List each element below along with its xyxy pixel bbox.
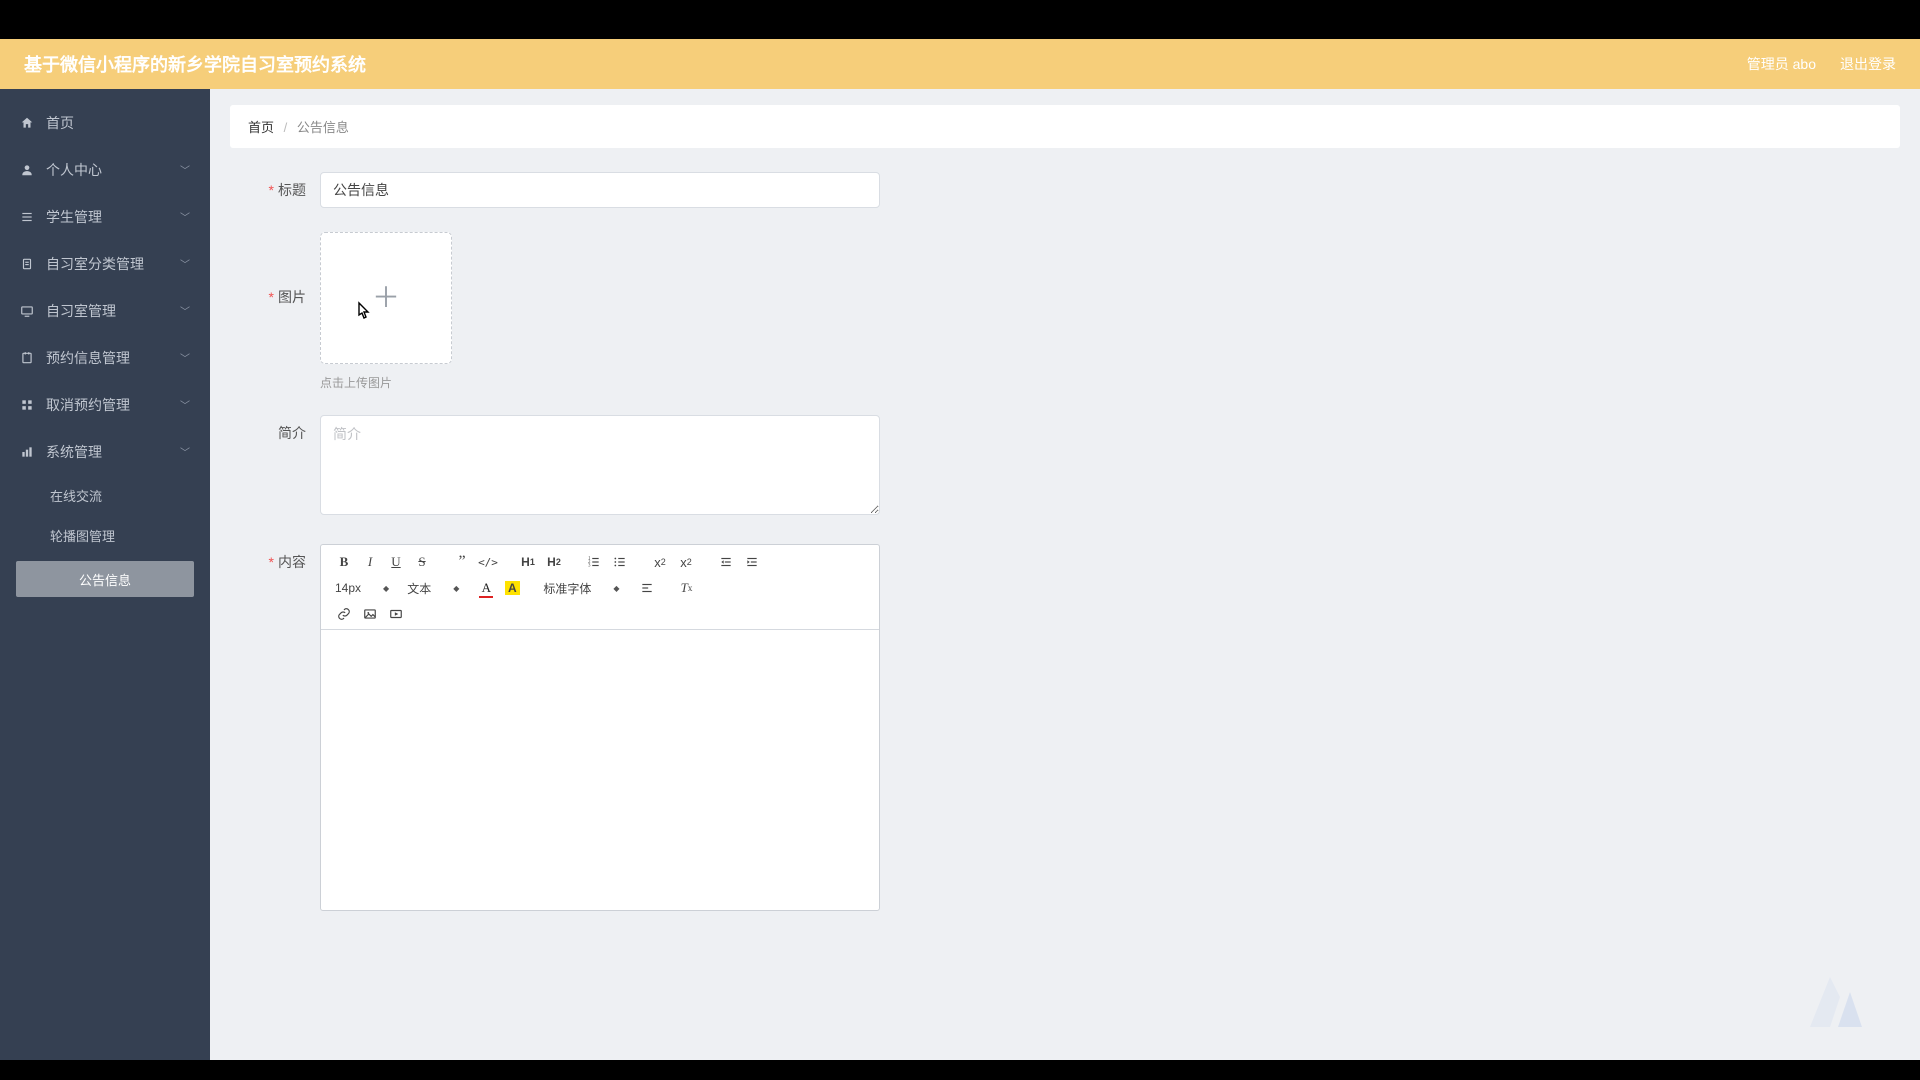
label-intro: 简介 — [230, 415, 320, 451]
block-type-value: 文本 — [407, 580, 431, 597]
outdent-button[interactable] — [713, 551, 739, 573]
upload-hint: 点击上传图片 — [320, 374, 452, 391]
main-content: 首页 / 公告信息 标题 图片 ＋ — [210, 89, 1920, 1060]
svg-text:3: 3 — [588, 564, 591, 569]
sidebar-item-label: 学生管理 — [46, 207, 180, 227]
intro-textarea[interactable] — [320, 415, 880, 515]
text-color-button[interactable]: A — [473, 577, 499, 599]
sidebar-item-reservation[interactable]: 预约信息管理 ﹀ — [0, 334, 210, 381]
home-icon — [20, 116, 34, 130]
font-family-value: 标准字体 — [543, 580, 591, 597]
select-caret-icon: ◆ — [383, 584, 389, 593]
sidebar-item-room-category[interactable]: 自习室分类管理 ﹀ — [0, 240, 210, 287]
clipboard-icon — [20, 257, 34, 271]
breadcrumb: 首页 / 公告信息 — [230, 105, 1900, 148]
user-icon — [20, 163, 34, 177]
submenu-item-chat[interactable]: 在线交流 — [0, 475, 210, 515]
bold-button[interactable]: B — [331, 551, 357, 573]
bar-chart-icon — [20, 445, 34, 459]
sidebar-item-system[interactable]: 系统管理 ﹀ — [0, 428, 210, 475]
sidebar-item-label: 系统管理 — [46, 442, 180, 462]
breadcrumb-home[interactable]: 首页 — [248, 120, 274, 135]
sidebar: 首页 个人中心 ﹀ 学生管理 ﹀ 自习室分类管理 — [0, 89, 210, 1060]
editor-toolbar: B I U S ” </> H1 H2 123 — [321, 545, 879, 630]
grid-icon — [20, 398, 34, 412]
sidebar-item-home[interactable]: 首页 — [0, 99, 210, 146]
image-button[interactable] — [357, 603, 383, 625]
app-title: 基于微信小程序的新乡学院自习室预约系统 — [24, 51, 366, 77]
sidebar-item-profile[interactable]: 个人中心 ﹀ — [0, 146, 210, 193]
editor-body[interactable] — [321, 630, 879, 910]
list-icon — [20, 210, 34, 224]
sidebar-item-label: 自习室管理 — [46, 301, 180, 321]
font-size-value: 14px — [335, 581, 361, 595]
code-button[interactable]: </> — [475, 551, 501, 573]
link-button[interactable] — [331, 603, 357, 625]
monitor-icon — [20, 304, 34, 318]
quote-button[interactable]: ” — [449, 551, 475, 573]
label-image: 图片 — [230, 232, 320, 362]
cursor-icon — [355, 301, 371, 326]
video-button[interactable] — [383, 603, 409, 625]
submenu-item-notice[interactable]: 公告信息 — [16, 561, 194, 597]
sidebar-item-label: 个人中心 — [46, 160, 180, 180]
font-family-select[interactable]: 标准字体 ◆ — [539, 577, 623, 599]
unordered-list-button[interactable] — [607, 551, 633, 573]
chevron-down-icon: ﹀ — [180, 209, 190, 224]
rich-text-editor: B I U S ” </> H1 H2 123 — [320, 544, 880, 911]
select-caret-icon: ◆ — [453, 584, 459, 593]
label-content: 内容 — [230, 544, 320, 580]
indent-button[interactable] — [739, 551, 765, 573]
sidebar-item-label: 自习室分类管理 — [46, 254, 180, 274]
chevron-down-icon: ﹀ — [180, 162, 190, 177]
highlight-button[interactable]: A — [499, 577, 525, 599]
plus-icon: ＋ — [372, 284, 400, 312]
chevron-down-icon: ﹀ — [180, 256, 190, 271]
align-button[interactable] — [634, 577, 660, 599]
underline-button[interactable]: U — [383, 551, 409, 573]
app-header: 基于微信小程序的新乡学院自习室预约系统 管理员 abo 退出登录 — [0, 39, 1920, 89]
breadcrumb-current: 公告信息 — [297, 120, 349, 135]
label-title: 标题 — [230, 172, 320, 208]
select-caret-icon: ◆ — [613, 584, 619, 593]
italic-button[interactable]: I — [357, 551, 383, 573]
logout-button[interactable]: 退出登录 — [1840, 54, 1896, 74]
font-size-select[interactable]: 14px ◆ — [331, 577, 393, 599]
sidebar-item-label: 预约信息管理 — [46, 348, 180, 368]
title-input[interactable] — [320, 172, 880, 208]
breadcrumb-separator: / — [284, 120, 288, 135]
block-type-select[interactable]: 文本 ◆ — [403, 577, 463, 599]
strike-button[interactable]: S — [409, 551, 435, 573]
sidebar-item-cancel-reservation[interactable]: 取消预约管理 ﹀ — [0, 381, 210, 428]
subscript-button[interactable]: x2 — [647, 551, 673, 573]
sidebar-item-room[interactable]: 自习室管理 ﹀ — [0, 287, 210, 334]
image-upload-box[interactable]: ＋ — [320, 232, 452, 364]
chevron-down-icon: ﹀ — [180, 303, 190, 318]
sidebar-item-label: 取消预约管理 — [46, 395, 180, 415]
sidebar-item-label: 首页 — [46, 113, 190, 133]
sidebar-item-students[interactable]: 学生管理 ﹀ — [0, 193, 210, 240]
submenu-item-banner[interactable]: 轮播图管理 — [0, 515, 210, 555]
chevron-down-icon: ﹀ — [180, 397, 190, 412]
reservation-icon — [20, 351, 34, 365]
h1-button[interactable]: H1 — [515, 551, 541, 573]
chevron-down-icon: ﹀ — [180, 444, 190, 459]
h2-button[interactable]: H2 — [541, 551, 567, 573]
clear-format-button[interactable]: Tx — [674, 577, 700, 599]
ordered-list-button[interactable]: 123 — [581, 551, 607, 573]
chevron-down-icon: ﹀ — [180, 350, 190, 365]
superscript-button[interactable]: x2 — [673, 551, 699, 573]
user-label[interactable]: 管理员 abo — [1747, 54, 1816, 74]
